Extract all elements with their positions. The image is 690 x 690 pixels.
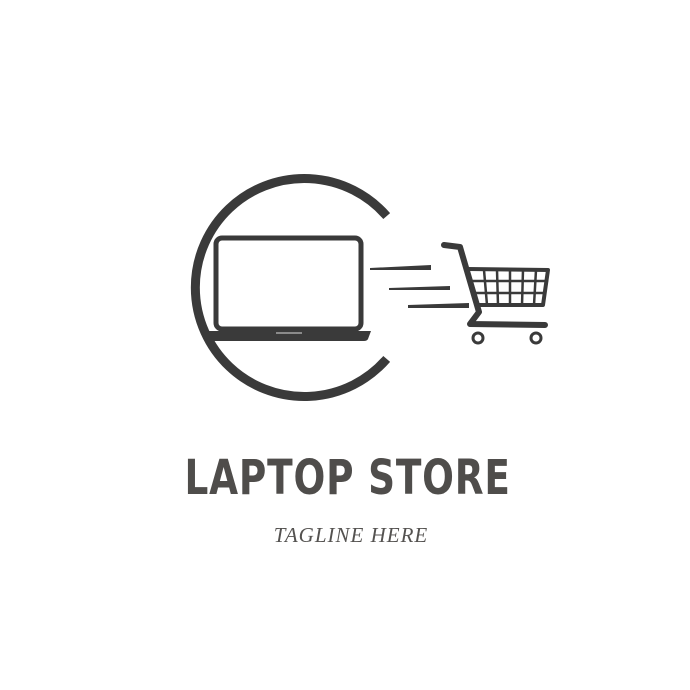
speed-lines-icon (370, 265, 469, 308)
logo-mark (190, 174, 550, 401)
tagline: TAGLINE HERE (273, 523, 429, 547)
laptop-icon (207, 235, 371, 341)
shopping-cart-icon (441, 242, 550, 345)
circle-ring (190, 174, 391, 401)
brand-name: LAPTOP STORE (184, 450, 511, 506)
